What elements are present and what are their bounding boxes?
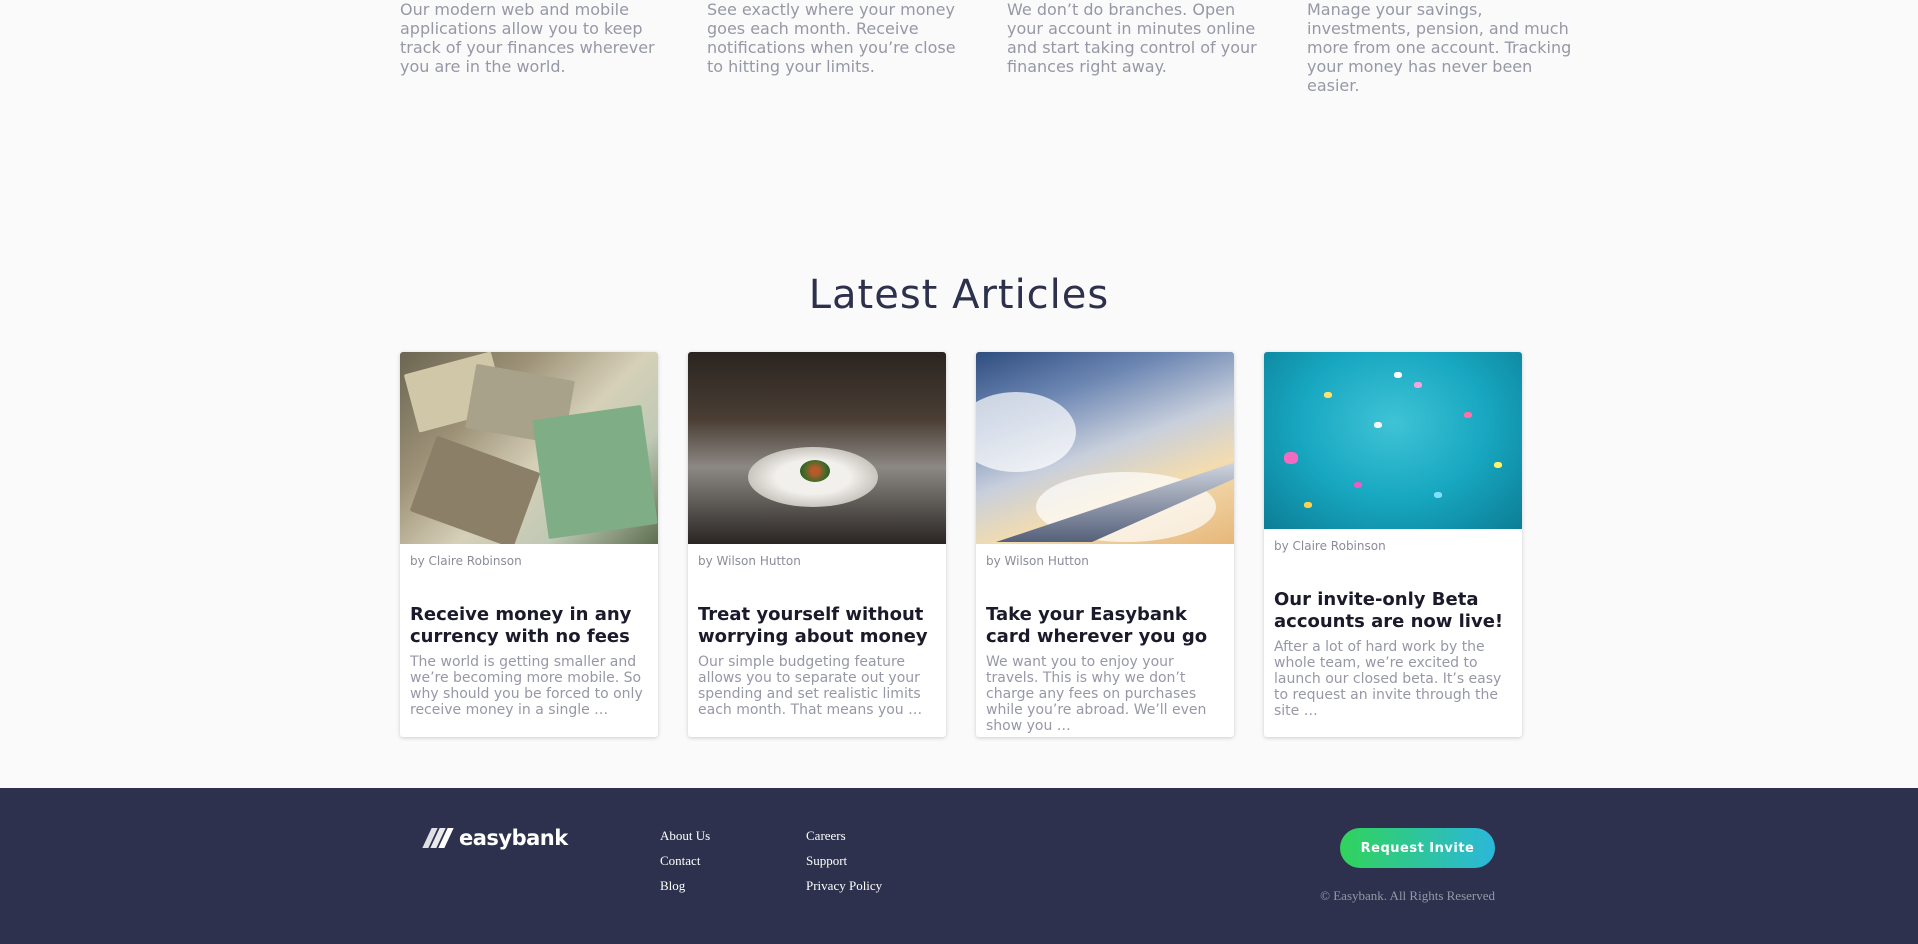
- feature-text: We don’t do branches. Open your account …: [1007, 0, 1257, 76]
- article-excerpt: After a lot of hard work by the whole te…: [1274, 639, 1502, 719]
- article-image-currency: [400, 352, 658, 544]
- article-card[interactable]: by Claire Robinson Our invite-only Beta …: [1264, 352, 1522, 737]
- request-invite-button[interactable]: Request Invite: [1340, 828, 1495, 868]
- latest-articles-heading: Latest Articles: [808, 272, 1110, 318]
- footer-link-privacy[interactable]: Privacy Policy: [806, 878, 882, 893]
- copyright-text: © Easybank. All Rights Reserved: [1320, 888, 1495, 903]
- article-card[interactable]: by Wilson Hutton Treat yourself without …: [688, 352, 946, 737]
- feature-open-api: Manage your savings, investments, pensio…: [1307, 0, 1575, 95]
- logo-stripes-icon: [422, 828, 454, 848]
- article-image-confetti: [1264, 352, 1522, 529]
- article-author: by Claire Robinson: [410, 554, 522, 568]
- features-row: Our modern web and mobile applications a…: [400, 0, 1580, 95]
- article-excerpt: The world is getting smaller and we’re b…: [410, 654, 643, 718]
- feature-text: Our modern web and mobile applications a…: [400, 0, 655, 76]
- article-author: by Wilson Hutton: [698, 554, 801, 568]
- article-excerpt: We want you to enjoy your travels. This …: [986, 654, 1207, 734]
- logo-wordmark: easybank: [459, 826, 568, 850]
- footer-link-about[interactable]: About Us: [660, 828, 710, 843]
- article-author: by Wilson Hutton: [986, 554, 1089, 568]
- feature-budgeting: See exactly where your money goes each m…: [707, 0, 975, 95]
- footer-link-blog[interactable]: Blog: [660, 878, 710, 893]
- footer-links-secondary: Careers Support Privacy Policy: [806, 828, 882, 903]
- footer-link-support[interactable]: Support: [806, 853, 882, 868]
- article-excerpt: Our simple budgeting feature allows you …: [698, 654, 923, 718]
- footer: easybank About Us Contact Blog Careers S…: [0, 788, 1918, 944]
- feature-text: Manage your savings, investments, pensio…: [1307, 0, 1572, 95]
- footer-logo[interactable]: easybank: [422, 826, 568, 850]
- article-title[interactable]: Receive money in any currency with no fe…: [410, 604, 648, 648]
- article-title[interactable]: Take your Easybank card wherever you go: [986, 604, 1224, 648]
- article-card[interactable]: by Claire Robinson Receive money in any …: [400, 352, 658, 737]
- feature-online-banking: Our modern web and mobile applications a…: [400, 0, 675, 95]
- article-image-airplane: [976, 352, 1234, 544]
- article-image-dinner: [688, 352, 946, 544]
- article-title[interactable]: Our invite-only Beta accounts are now li…: [1274, 589, 1512, 633]
- footer-links-primary: About Us Contact Blog: [660, 828, 710, 903]
- article-card[interactable]: by Wilson Hutton Take your Easybank card…: [976, 352, 1234, 737]
- feature-text: See exactly where your money goes each m…: [707, 0, 956, 76]
- footer-link-careers[interactable]: Careers: [806, 828, 882, 843]
- feature-onboarding: We don’t do branches. Open your account …: [1007, 0, 1275, 95]
- articles-grid: by Claire Robinson Receive money in any …: [400, 352, 1522, 737]
- article-author: by Claire Robinson: [1274, 539, 1386, 553]
- footer-link-contact[interactable]: Contact: [660, 853, 710, 868]
- article-title[interactable]: Treat yourself without worrying about mo…: [698, 604, 936, 648]
